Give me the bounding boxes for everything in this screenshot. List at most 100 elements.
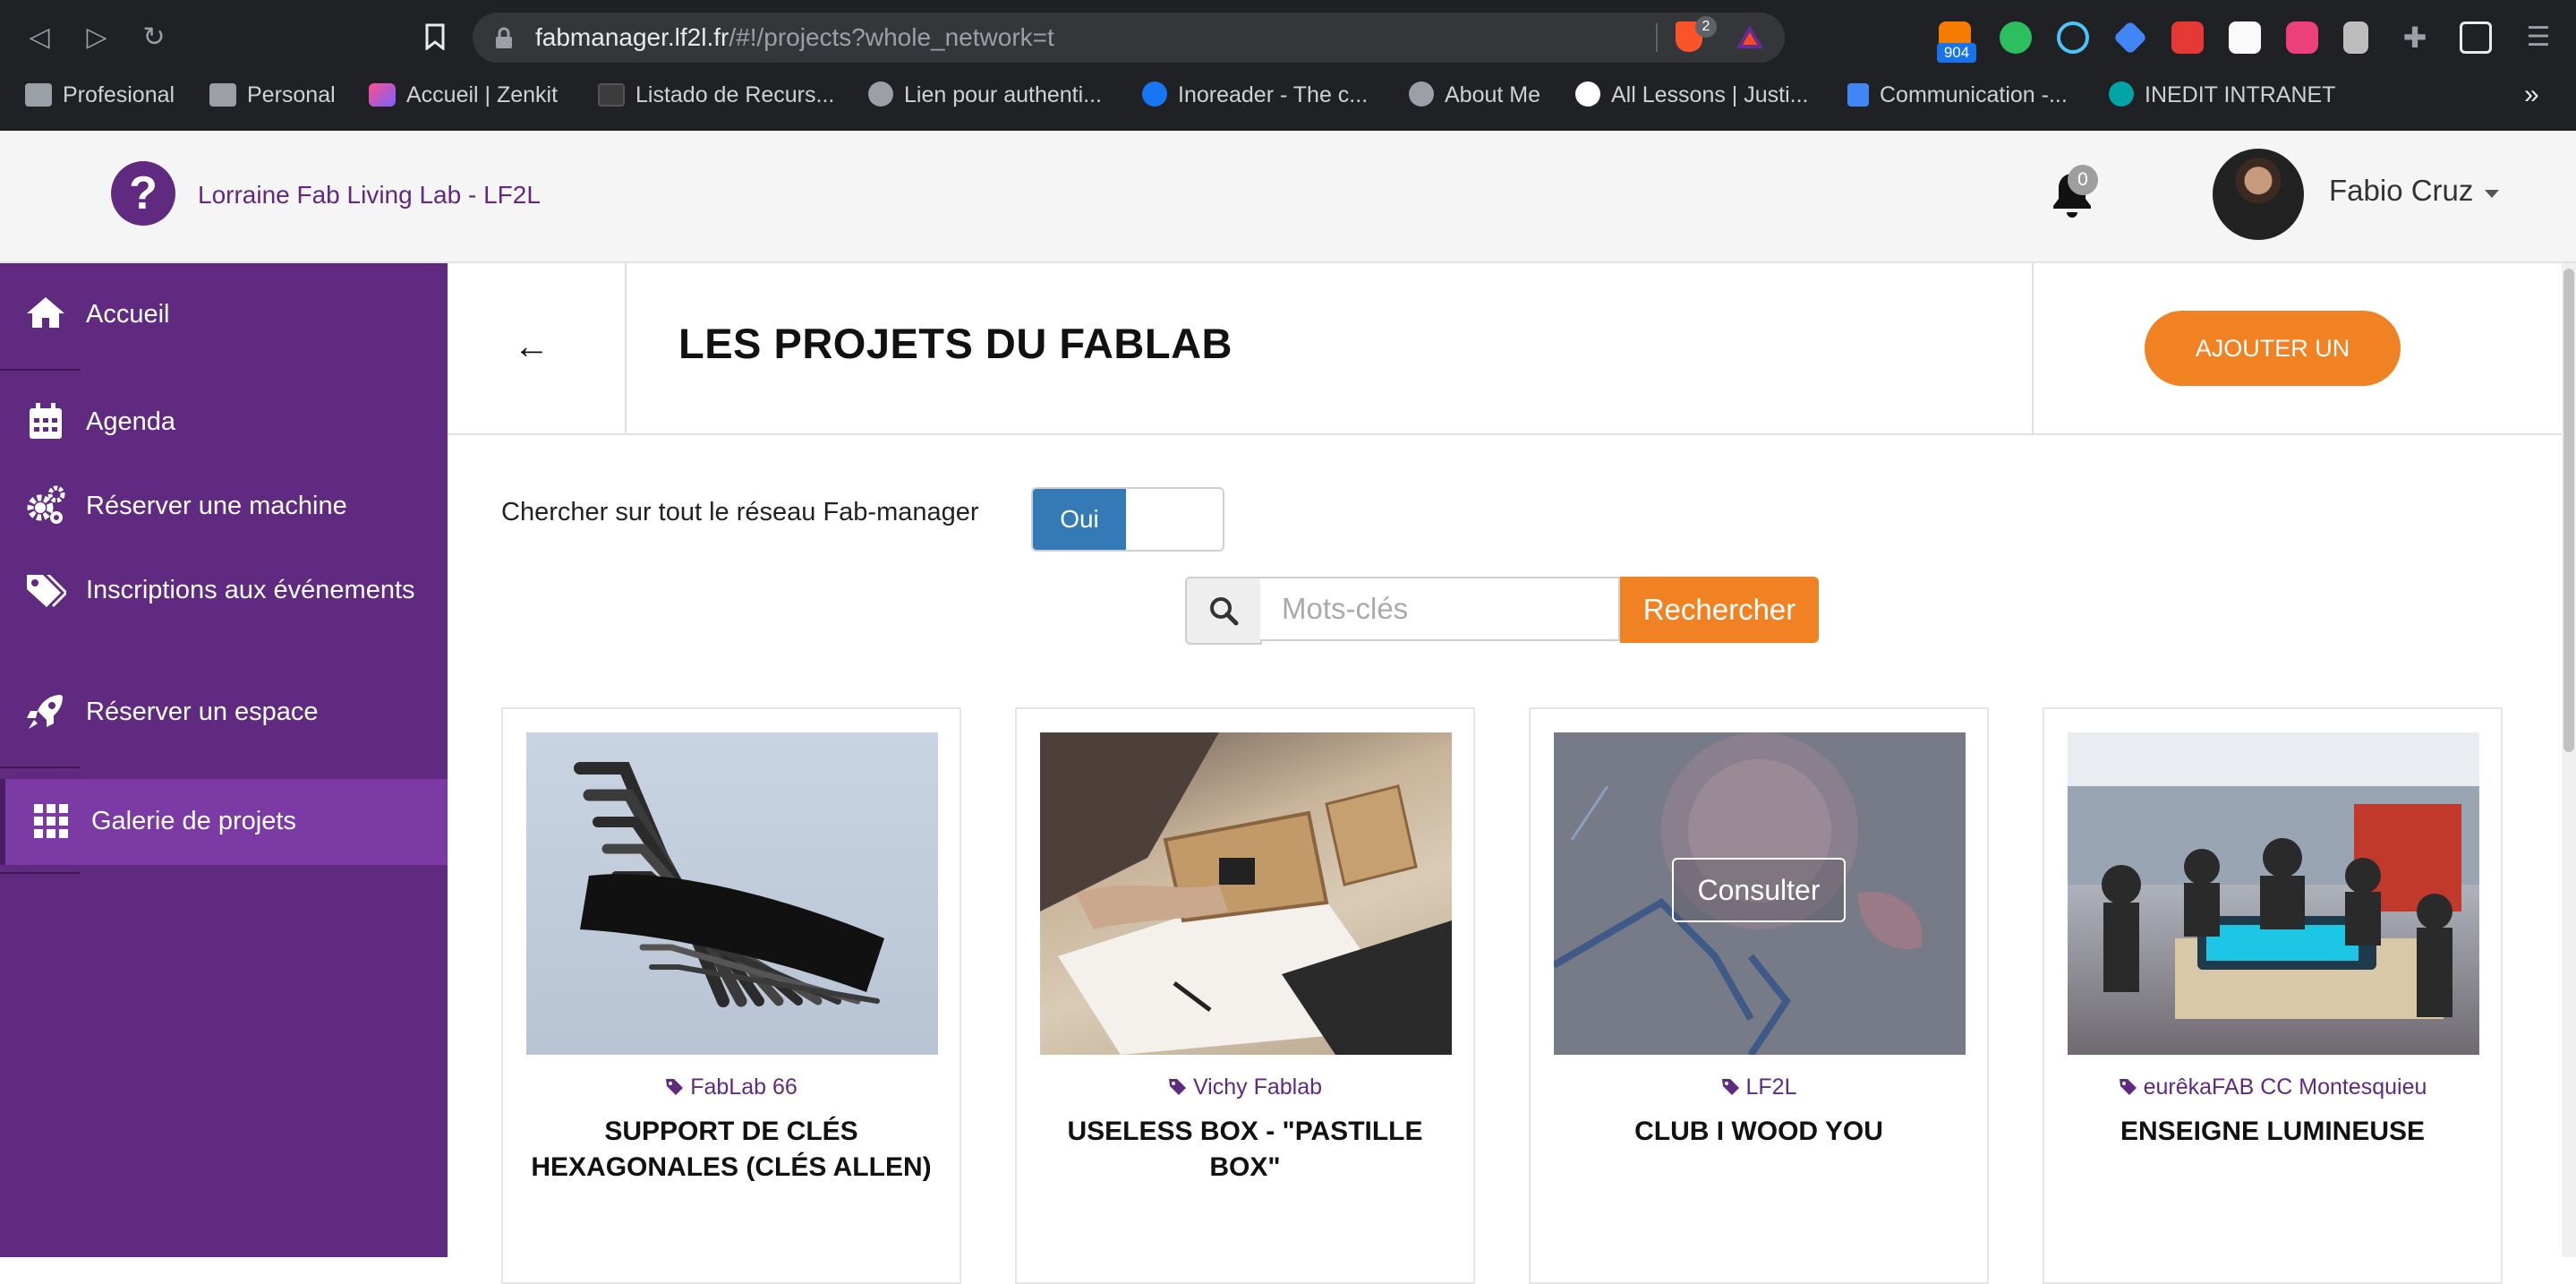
project-title[interactable]: SUPPORT DE CLÉS HEXAGONALES (CLÉS ALLEN) bbox=[521, 1114, 942, 1186]
bookmark-star-icon[interactable] bbox=[417, 20, 453, 56]
user-name-menu[interactable]: Fabio Cruz bbox=[2329, 174, 2473, 208]
document-extension-icon[interactable] bbox=[2343, 21, 2368, 54]
project-image-enseigne-lumineuse[interactable] bbox=[2068, 732, 2479, 1055]
sidebar-divider bbox=[0, 872, 81, 874]
project-card[interactable]: Vichy Fablab USELESS BOX - "PASTILLE BOX… bbox=[1015, 707, 1475, 1284]
add-project-button[interactable]: AJOUTER UN PROJET bbox=[2145, 311, 2401, 437]
diamond-extension-icon[interactable] bbox=[2112, 20, 2148, 56]
zenkit-icon bbox=[369, 83, 396, 107]
back-arrow-icon[interactable]: ← bbox=[514, 329, 550, 364]
bookmark-label: Accueil | Zenkit bbox=[406, 82, 559, 107]
project-lab-tag[interactable]: Vichy Fablab bbox=[1017, 1074, 1473, 1100]
menu-icon[interactable]: ☰ bbox=[2522, 21, 2555, 54]
bookmark-label: All Lessons | Justi... bbox=[1611, 82, 1809, 107]
wallet-icon[interactable] bbox=[2460, 21, 2492, 54]
project-card[interactable]: FabLab 66 SUPPORT DE CLÉS HEXAGONALES (C… bbox=[501, 707, 961, 1284]
brave-rewards-icon[interactable] bbox=[1735, 23, 1765, 50]
page-header: ← LES PROJETS DU FABLAB AJOUTER UN PROJE… bbox=[448, 263, 2576, 437]
project-image-useless-box[interactable] bbox=[1040, 732, 1452, 1055]
bookmark-profesional[interactable]: Profesional bbox=[25, 77, 175, 113]
lock-icon bbox=[496, 27, 512, 48]
mendeley-extension-icon[interactable] bbox=[2171, 21, 2204, 54]
consult-button[interactable]: Consulter bbox=[1672, 858, 1846, 922]
bookmark-zenkit[interactable]: Accueil | Zenkit bbox=[369, 77, 558, 113]
sidebar-item-label: Galerie de projets bbox=[91, 807, 296, 835]
clock-extension-icon[interactable] bbox=[2057, 21, 2089, 54]
project-lab-tag[interactable]: LF2L bbox=[1531, 1074, 1987, 1100]
project-lab-name: FabLab 66 bbox=[690, 1074, 798, 1100]
url-path: /#!/projects?whole_network=t bbox=[729, 23, 1054, 51]
intranet-icon bbox=[2109, 81, 2134, 107]
evernote-extension-icon[interactable] bbox=[2000, 21, 2032, 54]
search-button[interactable]: Rechercher bbox=[1620, 577, 1819, 643]
project-lab-tag[interactable]: FabLab 66 bbox=[503, 1074, 960, 1100]
home-icon bbox=[27, 297, 64, 328]
search-input[interactable] bbox=[1260, 577, 1620, 641]
tag-icon bbox=[2119, 1079, 2137, 1095]
bookmark-label: Communication -... bbox=[1880, 82, 2068, 107]
main-content: ← LES PROJETS DU FABLAB AJOUTER UN PROJE… bbox=[448, 263, 2576, 1284]
bookmark-lien[interactable]: Lien pour authenti... bbox=[868, 77, 1102, 113]
sidebar-item-agenda[interactable]: Agenda bbox=[0, 396, 448, 449]
pen-extension-icon[interactable] bbox=[2229, 21, 2261, 54]
project-image-club-i-wood-you[interactable]: Consulter bbox=[1554, 732, 1966, 1055]
forward-nav-icon[interactable]: ▷ bbox=[79, 20, 115, 56]
hex-keys-picture bbox=[574, 762, 884, 1007]
bookmark-personal[interactable]: Personal bbox=[209, 77, 336, 113]
inoreader-icon bbox=[1142, 81, 1167, 107]
back-cell: ← bbox=[448, 263, 627, 433]
sidebar-item-galerie-projets[interactable]: Galerie de projets bbox=[0, 779, 448, 865]
puzzle-extensions-icon[interactable]: ✚ bbox=[2399, 21, 2431, 54]
project-title[interactable]: CLUB I WOOD YOU bbox=[1548, 1114, 1969, 1150]
bookmark-about-me[interactable]: About Me bbox=[1409, 77, 1540, 113]
bookmark-label: Listado de Recurs... bbox=[635, 82, 835, 107]
sidebar-item-inscriptions[interactable]: Inscriptions aux événements bbox=[0, 571, 448, 661]
org-name-link[interactable]: Lorraine Fab Living Lab - LF2L bbox=[198, 181, 541, 210]
caret-down-icon[interactable] bbox=[2485, 190, 2499, 198]
rocket-icon bbox=[27, 695, 63, 729]
project-title[interactable]: USELESS BOX - "PASTILLE BOX" bbox=[1035, 1114, 1455, 1186]
sidebar-item-accueil[interactable]: Accueil bbox=[0, 288, 448, 342]
globe-icon bbox=[1409, 81, 1434, 107]
project-lab-name: Vichy Fablab bbox=[1192, 1074, 1323, 1100]
folder-icon bbox=[209, 83, 236, 107]
bookmark-label: Personal bbox=[247, 82, 336, 107]
sidebar: Accueil Agenda Réserver une machine Insc… bbox=[0, 263, 448, 1257]
project-image-hex-keys[interactable] bbox=[526, 732, 938, 1055]
bookmark-label: INEDIT INTRANET bbox=[2145, 82, 2336, 107]
reload-icon[interactable]: ↻ bbox=[136, 20, 172, 56]
notification-count-badge: 0 bbox=[2068, 165, 2098, 195]
whole-network-toggle[interactable]: Oui bbox=[1031, 487, 1224, 552]
project-card[interactable]: Consulter LF2L CLUB I WOOD YOU bbox=[1529, 707, 1989, 1284]
address-bar[interactable]: fabmanager.lf2l.fr/#!/projects?whole_net… bbox=[473, 13, 1785, 63]
project-title[interactable]: ENSEIGNE LUMINEUSE bbox=[2062, 1114, 2483, 1150]
bookmark-listado[interactable]: Listado de Recurs... bbox=[598, 77, 834, 113]
project-card[interactable]: eurêkaFAB CC Montesquieu ENSEIGNE LUMINE… bbox=[2043, 707, 2503, 1284]
grid-icon bbox=[34, 804, 68, 838]
bookmark-all-lessons[interactable]: All Lessons | Justi... bbox=[1575, 77, 1808, 113]
project-lab-name: eurêkaFAB CC Montesquieu bbox=[2143, 1074, 2427, 1100]
scrollbar-thumb[interactable] bbox=[2563, 269, 2574, 752]
sidebar-item-reserver-espace[interactable]: Réserver un espace bbox=[0, 686, 448, 740]
bookmark-inoreader[interactable]: Inoreader - The c... bbox=[1142, 77, 1368, 113]
url-host: fabmanager.lf2l.fr bbox=[535, 23, 729, 51]
avatar[interactable] bbox=[2213, 149, 2304, 240]
url-divider bbox=[1656, 23, 1658, 52]
bookmark-communication[interactable]: Communication -... bbox=[1847, 77, 2068, 113]
shield-count-badge: 2 bbox=[1695, 16, 1717, 38]
pink-extension-icon[interactable] bbox=[2286, 21, 2318, 54]
bookmarks-overflow-icon[interactable]: » bbox=[2524, 77, 2539, 113]
bookmark-label: Lien pour authenti... bbox=[904, 82, 1102, 107]
back-nav-icon[interactable]: ◁ bbox=[21, 20, 57, 56]
rss-count-badge: 904 bbox=[1937, 43, 1976, 63]
sidebar-item-label: Accueil bbox=[86, 300, 170, 329]
fablab-logo-icon[interactable]: ? bbox=[111, 161, 175, 226]
project-lab-tag[interactable]: eurêkaFAB CC Montesquieu bbox=[2044, 1074, 2501, 1100]
tag-icon bbox=[1721, 1079, 1739, 1095]
tags-icon bbox=[27, 575, 66, 607]
tag-icon bbox=[1168, 1079, 1186, 1095]
bookmark-inedit-intranet[interactable]: INEDIT INTRANET bbox=[2109, 77, 2335, 113]
url-text: fabmanager.lf2l.fr/#!/projects?whole_net… bbox=[535, 13, 1054, 63]
search-icon bbox=[1210, 597, 1239, 626]
sidebar-item-reserver-machine[interactable]: Réserver une machine bbox=[0, 480, 448, 534]
